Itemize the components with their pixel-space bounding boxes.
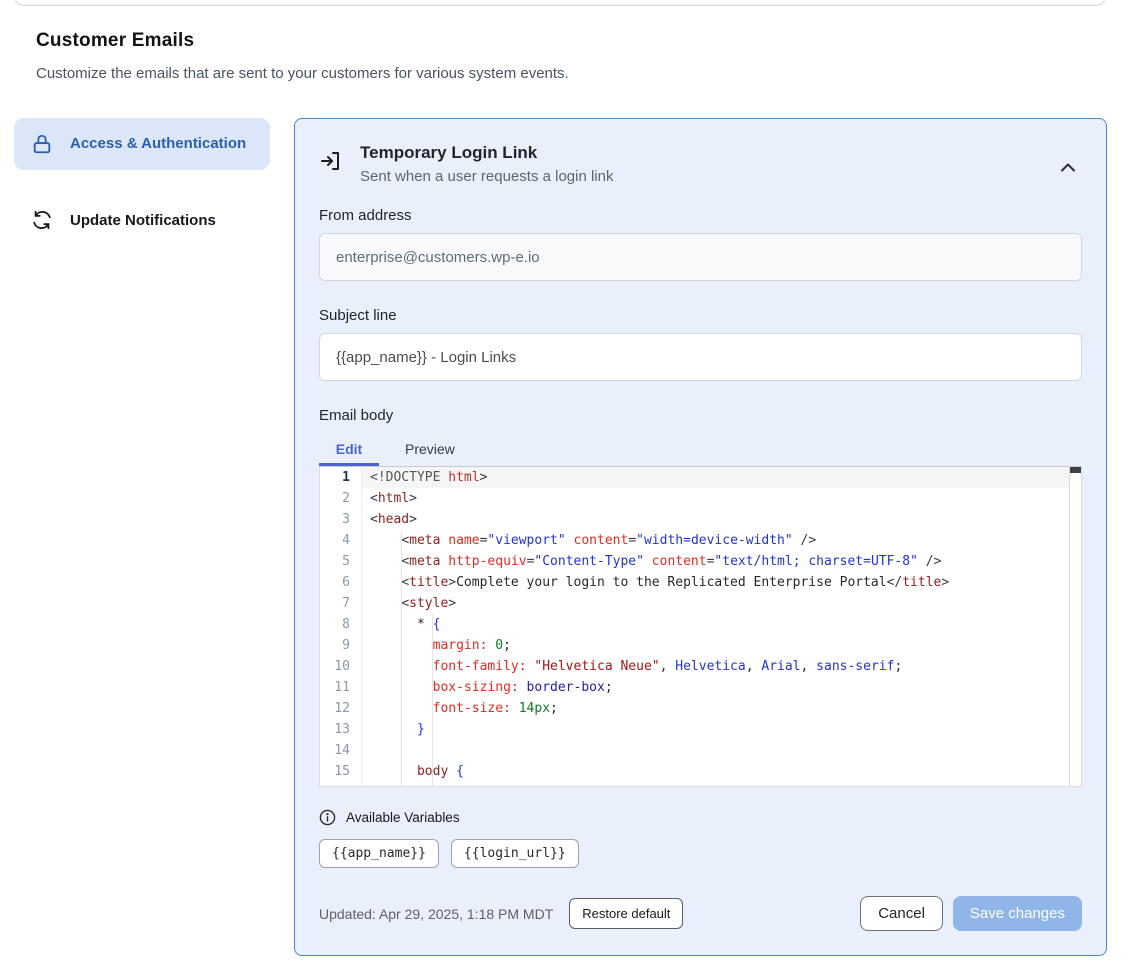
subject-line-label: Subject line — [319, 307, 1082, 324]
code-line-16[interactable]: 16 background-color: #ffffff; — [320, 782, 1081, 787]
info-icon — [319, 809, 336, 826]
code-line-12[interactable]: 12 font-size: 14px; — [320, 698, 1081, 719]
code-lines: 1<!DOCTYPE html>2<html>3<head>4 <meta na… — [320, 467, 1081, 787]
updated-timestamp: Updated: Apr 29, 2025, 1:18 PM MDT — [319, 906, 553, 922]
line-number: 1 — [320, 467, 362, 488]
subject-line-input[interactable] — [319, 333, 1082, 381]
line-number: 3 — [320, 509, 362, 530]
code-line-13[interactable]: 13 } — [320, 719, 1081, 740]
email-body-tabs: Edit Preview — [319, 432, 1082, 466]
line-number: 6 — [320, 572, 362, 593]
code-line-9[interactable]: 9 margin: 0; — [320, 635, 1081, 656]
from-address-input[interactable] — [319, 233, 1082, 281]
indent-guide — [401, 530, 402, 786]
code-line-11[interactable]: 11 box-sizing: border-box; — [320, 677, 1081, 698]
page-title: Customer Emails — [36, 30, 1128, 52]
save-changes-button[interactable]: Save changes — [953, 896, 1082, 931]
refresh-icon — [30, 208, 54, 232]
sidebar-item-label: Access & Authentication — [70, 132, 246, 156]
line-number: 16 — [320, 782, 362, 787]
restore-default-button[interactable]: Restore default — [569, 898, 683, 929]
from-address-field-group: From address — [319, 207, 1082, 281]
variable-chip-login-url[interactable]: {{login_url}} — [451, 839, 579, 868]
code-line-3[interactable]: 3<head> — [320, 509, 1081, 530]
customer-emails-page: Customer Emails Customize the emails tha… — [0, 0, 1128, 980]
sidebar-item-label: Update Notifications — [70, 212, 216, 229]
sidebar-item-access-authentication[interactable]: Access & Authentication — [14, 118, 270, 170]
panel-title: Temporary Login Link — [360, 143, 613, 163]
subject-field-group: Subject line — [319, 307, 1082, 381]
line-number: 9 — [320, 635, 362, 656]
lock-icon — [30, 132, 54, 156]
code-line-7[interactable]: 7 <style> — [320, 593, 1081, 614]
login-icon — [319, 149, 343, 175]
line-number: 7 — [320, 593, 362, 614]
indent-guide — [432, 614, 433, 786]
available-variables-label: Available Variables — [346, 810, 460, 825]
email-body-field-group: Email body Edit Preview 1<!DOCTYPE html>… — [319, 407, 1082, 787]
previous-card-bottom-edge — [14, 0, 1106, 6]
code-line-1[interactable]: 1<!DOCTYPE html> — [320, 467, 1081, 488]
line-number: 8 — [320, 614, 362, 635]
page-subtitle: Customize the emails that are sent to yo… — [36, 65, 1128, 82]
line-number: 12 — [320, 698, 362, 719]
page-header: Customer Emails Customize the emails tha… — [0, 0, 1128, 82]
email-types-sidebar: Access & Authentication Update Notificat… — [14, 118, 270, 246]
line-number: 13 — [320, 719, 362, 740]
line-number: 10 — [320, 656, 362, 677]
line-number: 2 — [320, 488, 362, 509]
tab-preview[interactable]: Preview — [403, 432, 457, 466]
variable-chip-app-name[interactable]: {{app_name}} — [319, 839, 439, 868]
available-variables-header: Available Variables — [319, 809, 1082, 826]
from-address-label: From address — [319, 207, 1082, 224]
line-number: 11 — [320, 677, 362, 698]
sidebar-item-update-notifications[interactable]: Update Notifications — [14, 194, 270, 246]
cancel-button[interactable]: Cancel — [860, 896, 943, 931]
line-number: 14 — [320, 740, 362, 761]
panel-header: Temporary Login Link Sent when a user re… — [319, 143, 1082, 185]
editor-scrollbar-thumb[interactable] — [1070, 467, 1081, 473]
email-body-label: Email body — [319, 407, 1082, 424]
code-line-2[interactable]: 2<html> — [320, 488, 1081, 509]
code-line-8[interactable]: 8 * { — [320, 614, 1081, 635]
editor-scrollbar[interactable] — [1069, 467, 1081, 786]
temporary-login-link-panel: Temporary Login Link Sent when a user re… — [294, 118, 1107, 956]
line-number: 4 — [320, 530, 362, 551]
line-number: 15 — [320, 761, 362, 782]
panel-subtitle: Sent when a user requests a login link — [360, 168, 613, 185]
panel-footer: Updated: Apr 29, 2025, 1:18 PM MDT Resto… — [319, 896, 1082, 931]
code-line-6[interactable]: 6 <title>Complete your login to the Repl… — [320, 572, 1081, 593]
variable-chips: {{app_name}} {{login_url}} — [319, 839, 1082, 868]
email-body-code-editor[interactable]: 1<!DOCTYPE html>2<html>3<head>4 <meta na… — [319, 466, 1082, 787]
tab-edit[interactable]: Edit — [319, 432, 379, 466]
code-line-4[interactable]: 4 <meta name="viewport" content="width=d… — [320, 530, 1081, 551]
line-number: 5 — [320, 551, 362, 572]
code-line-5[interactable]: 5 <meta http-equiv="Content-Type" conten… — [320, 551, 1081, 572]
code-line-15[interactable]: 15 body { — [320, 761, 1081, 782]
code-line-10[interactable]: 10 font-family: "Helvetica Neue", Helvet… — [320, 656, 1081, 677]
code-line-14[interactable]: 14 — [320, 740, 1081, 761]
panel-title-group: Temporary Login Link Sent when a user re… — [360, 143, 613, 185]
chevron-up-icon — [1061, 163, 1075, 172]
collapse-panel-button[interactable] — [1054, 153, 1082, 181]
